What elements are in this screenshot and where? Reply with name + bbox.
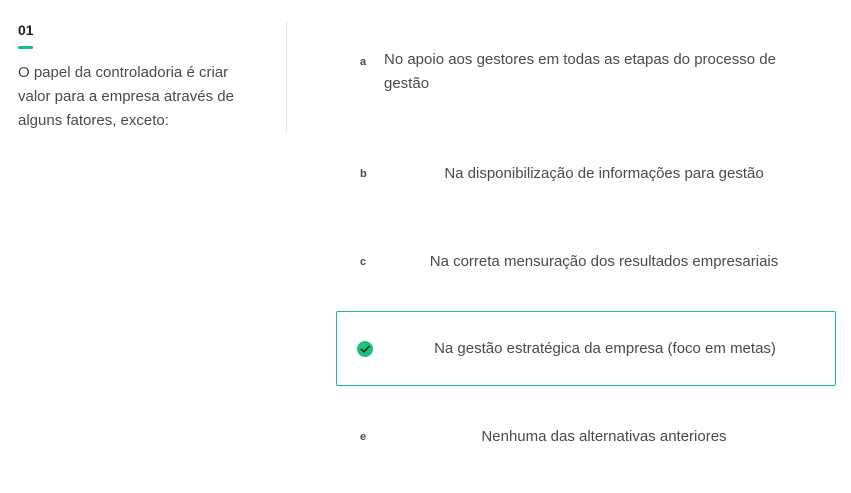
question-number: 01 bbox=[18, 22, 34, 38]
question-panel: 01 O papel da controladoria é criar valo… bbox=[18, 22, 268, 133]
vertical-divider bbox=[286, 22, 287, 133]
question-text: O papel da controladoria é criar valor p… bbox=[18, 64, 234, 129]
alternative-letter: e bbox=[360, 431, 367, 443]
alternative-text: Na correta mensuração dos resultados emp… bbox=[429, 253, 779, 270]
alternative-letter: a bbox=[360, 56, 367, 68]
alternative-text: Nenhuma das alternativas anteriores bbox=[481, 428, 727, 445]
alternative-d-selected[interactable]: Na gestão estratégica da empresa (foco e… bbox=[336, 311, 836, 386]
alternative-a[interactable]: a No apoio aos gestores em todas as etap… bbox=[336, 48, 836, 104]
alternative-letter: b bbox=[360, 168, 367, 180]
question-number-underline bbox=[18, 46, 33, 49]
alternative-c[interactable]: c Na correta mensuração dos resultados e… bbox=[336, 250, 836, 274]
alternative-b[interactable]: b Na disponibilização de informações par… bbox=[336, 162, 836, 186]
alternative-text: Na gestão estratégica da empresa (foco e… bbox=[434, 340, 776, 357]
alternative-text: Na disponibilização de informações para … bbox=[444, 165, 764, 182]
alternative-e[interactable]: e Nenhuma das alternativas anteriores bbox=[336, 425, 836, 449]
alternative-text: No apoio aos gestores em todas as etapas… bbox=[384, 51, 776, 92]
alternative-letter: c bbox=[360, 256, 367, 268]
